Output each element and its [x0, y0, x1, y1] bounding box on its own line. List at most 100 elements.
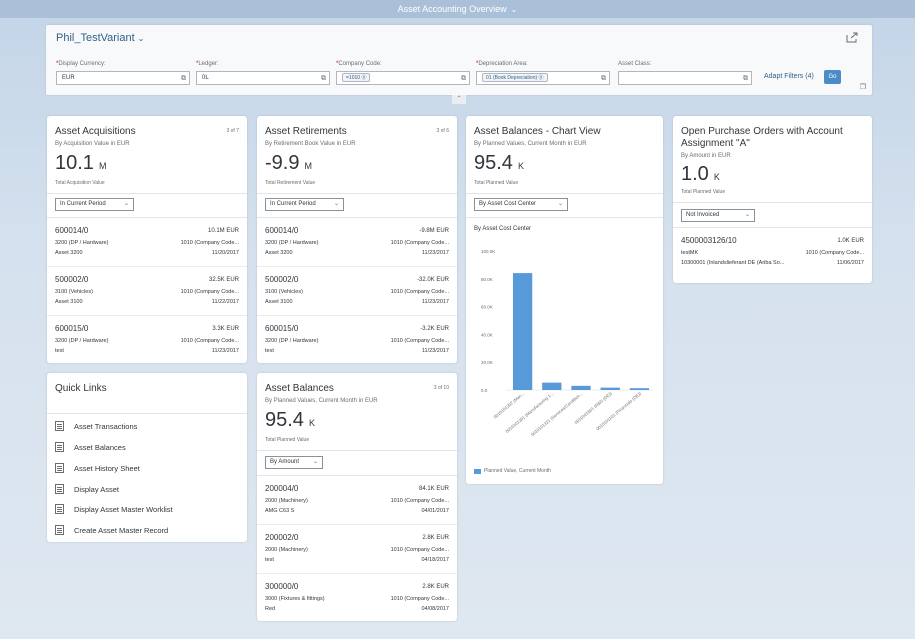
value-help-icon[interactable]: ⧉: [181, 73, 186, 84]
list-item[interactable]: 500002/0 32.5K EUR 3100 (Vehicles) 1010 (C…: [47, 267, 247, 316]
chevron-down-icon: ⌄: [123, 201, 129, 207]
card-title[interactable]: Asset Retirements: [265, 126, 347, 138]
card-count: 3 of 7: [226, 128, 239, 134]
value-help-icon[interactable]: ⧉: [601, 73, 606, 84]
list-item[interactable]: 600014/0 10.1M EUR 3200 (DP / Hardware) 10…: [47, 218, 247, 267]
asset-class-input[interactable]: ⧉: [618, 71, 752, 85]
filter-label-asset-class: Asset Class:: [618, 61, 652, 67]
card-count: 3 of 10: [433, 385, 449, 391]
card-title[interactable]: Asset Balances: [265, 383, 334, 395]
app-tile-icon: [55, 421, 64, 431]
quick-link[interactable]: Display Asset Master Worklist: [55, 502, 173, 516]
list-item[interactable]: 4500003126/10 1.0K EUR testMK 1010 (Compan…: [673, 228, 872, 277]
x-tick-label: 0010101302 (Man...: [493, 391, 526, 420]
legend-swatch: [474, 469, 481, 474]
ledger-input[interactable]: 0L ⧉: [196, 71, 330, 85]
card-subtitle: By Acquisition Value in EUR: [55, 141, 130, 147]
y-tick-label: 40.0K: [481, 332, 493, 337]
card-subtitle: By Planned Values, Current Month in EUR: [265, 398, 378, 404]
x-tick-label: 0010101321 (Services/Condition...: [530, 391, 584, 437]
value-help-icon[interactable]: ⧉: [321, 73, 326, 84]
card-open-purchase-orders[interactable]: Open Purchase Orders with Account Assign…: [673, 116, 872, 283]
card-title[interactable]: Asset Acquisitions: [55, 126, 136, 138]
kpi-value: -9.9 M: [265, 152, 312, 174]
go-button[interactable]: Go: [824, 70, 841, 84]
card-asset-acquisitions[interactable]: Asset Acquisitions 3 of 7 By Acquisition…: [47, 116, 247, 363]
chevron-down-icon: ⌄: [312, 459, 318, 465]
list-item[interactable]: 300000/0 2.8K EUR 3000 (Fixtures & fittin…: [257, 574, 457, 621]
adapt-filters-button[interactable]: Adapt Filters (4): [764, 73, 814, 80]
card-asset-retirements[interactable]: Asset Retirements 3 of 6 By Retirement B…: [257, 116, 457, 363]
y-tick-label: 20.0K: [481, 360, 493, 365]
company-code-token[interactable]: =1010 Ⓧ: [342, 73, 371, 82]
card-asset-balances-chart[interactable]: Asset Balances - Chart View By Planned V…: [466, 116, 663, 484]
chart-bar[interactable]: [542, 382, 562, 390]
quick-link[interactable]: Asset History Sheet: [55, 461, 140, 475]
x-tick-label: 0010101301 (Manufacturing 1...: [505, 391, 555, 434]
share-icon[interactable]: [846, 32, 858, 43]
period-dropdown[interactable]: In Current Period ⌄: [55, 198, 134, 211]
kpi-label: Total Retirement Value: [265, 180, 316, 186]
app-tile-icon: [55, 504, 64, 514]
quick-link[interactable]: Display Asset: [55, 482, 119, 496]
card-title: Quick Links: [55, 383, 107, 394]
kpi-value: 1.0 K: [681, 163, 720, 185]
card-subtitle: By Amount in EUR: [681, 153, 731, 159]
depreciation-area-input[interactable]: 01 (Book Depreciation) Ⓧ ⧉: [476, 71, 610, 85]
app-title[interactable]: Asset Accounting Overview: [398, 4, 507, 14]
list-item[interactable]: 200002/0 2.8K EUR 2000 (Machinery) 1010 (C…: [257, 525, 457, 574]
filter-label-company-code: *Company Code:: [336, 61, 382, 67]
collapse-header-button[interactable]: ⌃: [452, 95, 466, 104]
chevron-down-icon: ⌄: [744, 212, 750, 218]
app-tile-icon: [55, 525, 64, 535]
card-title[interactable]: Open Purchase Orders with Account Assign…: [681, 126, 861, 150]
app-tile-icon: [55, 463, 64, 473]
filter-label-depreciation-area: *Depreciation Area:: [476, 61, 528, 67]
pin-icon[interactable]: ❐: [860, 83, 866, 91]
y-tick-label: 100.0K: [481, 249, 495, 254]
currency-input[interactable]: EUR ⧉: [56, 71, 190, 85]
card-subtitle: By Retirement Book Value in EUR: [265, 141, 356, 147]
depreciation-area-token[interactable]: 01 (Book Depreciation) Ⓧ: [482, 73, 548, 82]
list-item[interactable]: 600015/0 -3.2K EUR 3200 (DP / Hardware) 10…: [257, 316, 457, 363]
chevron-down-icon[interactable]: ⌄: [511, 5, 518, 14]
app-tile-icon: [55, 442, 64, 452]
list-item[interactable]: 600015/0 3.3K EUR 3200 (DP / Hardware) 101…: [47, 316, 247, 363]
card-quick-links[interactable]: Quick Links Asset Transactions Asset Bal…: [47, 373, 247, 542]
kpi-label: Total Planned Value: [681, 189, 726, 195]
chevron-down-icon: ⌄: [137, 34, 145, 43]
quick-link[interactable]: Create Asset Master Record: [55, 523, 168, 537]
card-asset-balances[interactable]: Asset Balances 3 of 10 By Planned Values…: [257, 373, 457, 621]
y-tick-label: 0.0: [481, 388, 488, 393]
bar-chart[interactable]: 0.0 20.0K 40.0K 60.0K 80.0K 100.0K 0010101302 …: [466, 116, 663, 484]
kpi-value: 95.4 K: [265, 409, 315, 431]
legend-label[interactable]: Planned Value, Current Month: [484, 468, 551, 474]
invoice-status-dropdown[interactable]: Not Invoiced ⌄: [681, 209, 755, 222]
kpi-value: 10.1 M: [55, 152, 107, 174]
sort-dropdown[interactable]: By Amount ⌄: [265, 456, 323, 469]
y-tick-label: 60.0K: [481, 305, 493, 310]
kpi-label: Total Planned Value: [265, 437, 310, 443]
company-code-input[interactable]: =1010 Ⓧ ⧉: [336, 71, 470, 85]
card-count: 3 of 6: [436, 128, 449, 134]
chevron-down-icon: ⌄: [333, 201, 339, 207]
value-help-icon[interactable]: ⧉: [461, 73, 466, 84]
variant-selector[interactable]: Phil_TestVariant ⌄: [56, 32, 144, 44]
app-tile-icon: [55, 484, 64, 494]
variant-name: Phil_TestVariant: [56, 32, 135, 44]
list-item[interactable]: 600014/0 -9.8M EUR 3200 (DP / Hardware) 10…: [257, 218, 457, 267]
shell-bar[interactable]: Asset Accounting Overview ⌄: [0, 0, 915, 18]
chart-bar[interactable]: [571, 385, 591, 390]
list-item[interactable]: 500002/0 -32.0K EUR 3100 (Vehicles) 1010 (…: [257, 267, 457, 316]
quick-link[interactable]: Asset Balances: [55, 440, 126, 454]
filter-bar: Phil_TestVariant ⌄ *Display Currency: EUR…: [46, 25, 872, 95]
value-help-icon[interactable]: ⧉: [743, 73, 748, 84]
kpi-label: Total Acquisition Value: [55, 180, 105, 186]
chart-bar[interactable]: [512, 273, 533, 390]
period-dropdown[interactable]: In Current Period ⌄: [265, 198, 344, 211]
chart-bar[interactable]: [629, 388, 650, 390]
filter-label-ledger: *Ledger:: [196, 61, 219, 67]
chart-bar[interactable]: [600, 387, 620, 390]
list-item[interactable]: 200004/0 84.1K EUR 2000 (Machinery) 1010 (…: [257, 476, 457, 525]
quick-link[interactable]: Asset Transactions: [55, 419, 137, 433]
